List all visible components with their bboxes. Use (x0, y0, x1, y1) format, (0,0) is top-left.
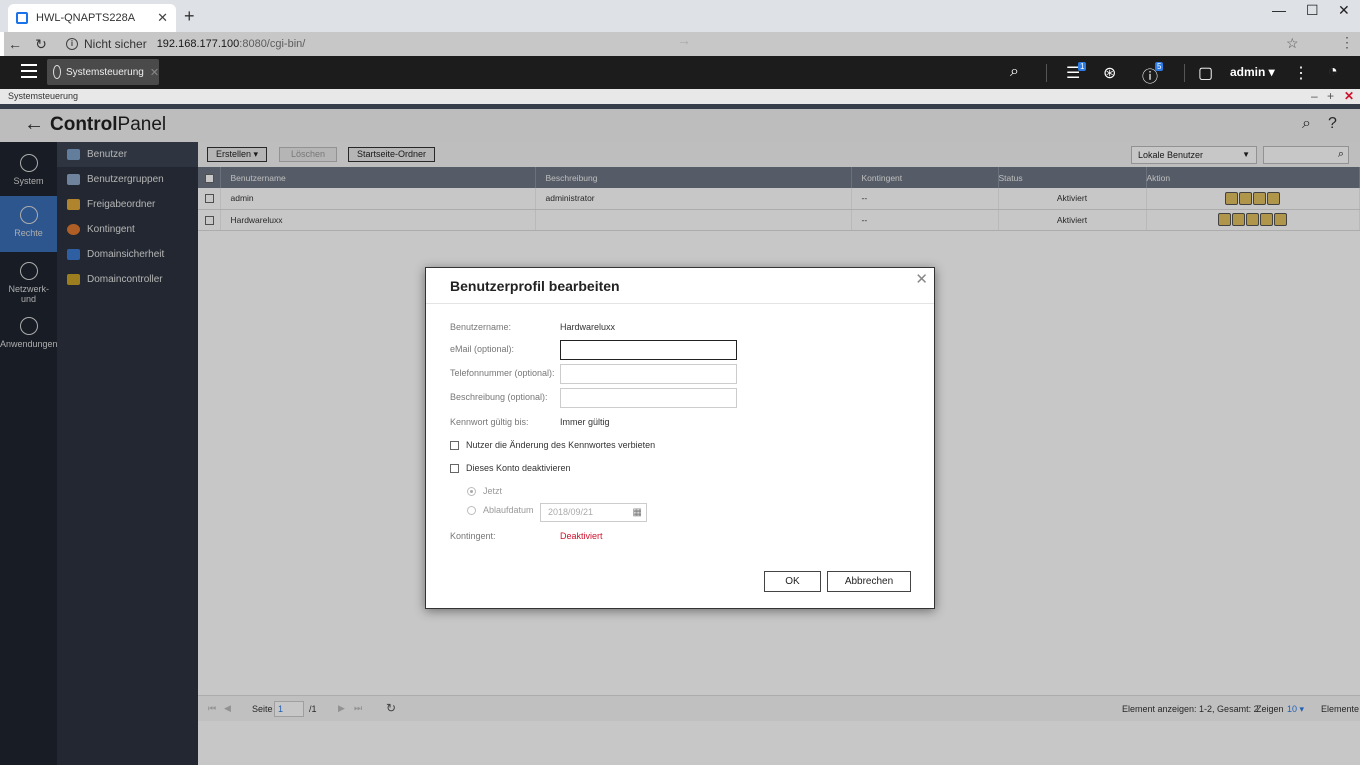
qnap-favicon-icon (16, 12, 28, 24)
close-icon[interactable]: ✕ (150, 66, 159, 79)
app-tab-label: Systemsteuerung (66, 66, 144, 78)
calendar-icon[interactable]: ▦ (633, 504, 642, 521)
main-menu-icon[interactable] (21, 64, 37, 78)
dashboard-icon[interactable]: ◔ (1328, 63, 1338, 81)
divider (1046, 64, 1047, 82)
maximize-icon[interactable]: ☐ (1306, 2, 1319, 19)
app-tab-systemsteuerung[interactable]: Systemsteuerung ✕ (47, 59, 159, 85)
cancel-button[interactable]: Abbrechen (827, 571, 911, 592)
divider (426, 303, 934, 304)
expiry-date-value: 2018/09/21 (548, 507, 594, 517)
forbid-password-change-label: Nutzer die Änderung des Kennwortes verbi… (466, 440, 656, 450)
radio-expiry-label: Ablaufdatum (483, 505, 534, 515)
radio-now[interactable]: Jetzt (467, 486, 502, 496)
phone-label: Telefonnummer (optional): (450, 368, 555, 378)
forbid-password-change-option[interactable]: Nutzer die Änderung des Kennwortes verbi… (450, 440, 655, 450)
new-tab-icon[interactable]: + (184, 6, 195, 27)
email-label: eMail (optional): (450, 344, 515, 354)
password-valid-value: Immer gültig (560, 417, 610, 427)
close-icon[interactable]: ✕ (915, 270, 928, 288)
tasks-badge: 1 (1078, 62, 1087, 71)
divider (1184, 64, 1185, 82)
external-devices-icon[interactable]: ⊛ (1103, 63, 1116, 83)
email-field[interactable] (560, 340, 737, 360)
browser-tab[interactable]: HWL-QNAPTS228A ✕ (8, 4, 176, 32)
quota-value: Deaktiviert (560, 531, 603, 541)
radio-now-label: Jetzt (483, 486, 503, 496)
minimize-icon[interactable]: — (1272, 2, 1286, 18)
address-bar: ← → ↻ i Nicht sicher 192.168.177.100:808… (0, 32, 1360, 688)
user-menu[interactable]: admin ▾ (1230, 65, 1275, 79)
search-icon[interactable]: ⌕ (1010, 63, 1019, 81)
expiry-date-input[interactable]: 2018/09/21 ▦ (540, 503, 647, 522)
browser-tabbar: HWL-QNAPTS228A ✕ + — ☐ ✕ (0, 0, 1360, 32)
browser-menu-icon[interactable]: ⋮ (1340, 34, 1354, 51)
ok-button[interactable]: OK (764, 571, 821, 592)
user-name: admin (1230, 65, 1266, 79)
description-label: Beschreibung (optional): (450, 392, 548, 402)
password-valid-label: Kennwort gültig bis: (450, 417, 529, 427)
edit-user-profile-dialog: Benutzerprofil bearbeiten ✕ Benutzername… (425, 267, 935, 609)
window-close-icon[interactable]: ✕ (1338, 2, 1350, 19)
radio-expiry-dot[interactable] (467, 505, 476, 515)
dialog-title: Benutzerprofil bearbeiten (450, 278, 620, 294)
qts-topbar: Systemsteuerung ✕ ⌕ ☰ 1 ⊛ ⓘ 5 ▢ admin ▾ … (0, 56, 1360, 89)
more-options-icon[interactable]: ⋮ (1293, 63, 1309, 83)
quota-label: Kontingent: (450, 531, 496, 541)
maximize-icon[interactable]: + (1327, 89, 1334, 103)
window-title: Systemsteuerung (8, 91, 79, 101)
disable-account-option[interactable]: Dieses Konto deaktivieren (450, 463, 571, 473)
window-close-icon[interactable]: ✕ (1344, 89, 1354, 103)
disable-account-label: Dieses Konto deaktivieren (466, 463, 571, 473)
radio-now-dot[interactable] (467, 486, 476, 496)
bookmark-star-icon[interactable]: ☆ (1286, 35, 1299, 52)
username-label: Benutzername: (450, 322, 512, 332)
gear-icon (53, 65, 61, 79)
radio-expiry[interactable]: Ablaufdatum (467, 505, 534, 515)
close-icon[interactable]: ✕ (157, 10, 168, 26)
user-avatar-icon: ▢ (1198, 65, 1214, 82)
tab-title: HWL-QNAPTS228A (36, 12, 136, 24)
notifications-badge: 5 (1155, 62, 1164, 71)
username-value: Hardwareluxx (560, 322, 616, 332)
description-field[interactable] (560, 388, 737, 408)
minimize-icon[interactable]: – (1311, 89, 1318, 103)
window-titlebar: Systemsteuerung – + ✕ (0, 89, 1360, 104)
phone-field[interactable] (560, 364, 737, 384)
forbid-password-change-checkbox[interactable] (450, 440, 459, 450)
disable-account-checkbox[interactable] (450, 463, 459, 473)
